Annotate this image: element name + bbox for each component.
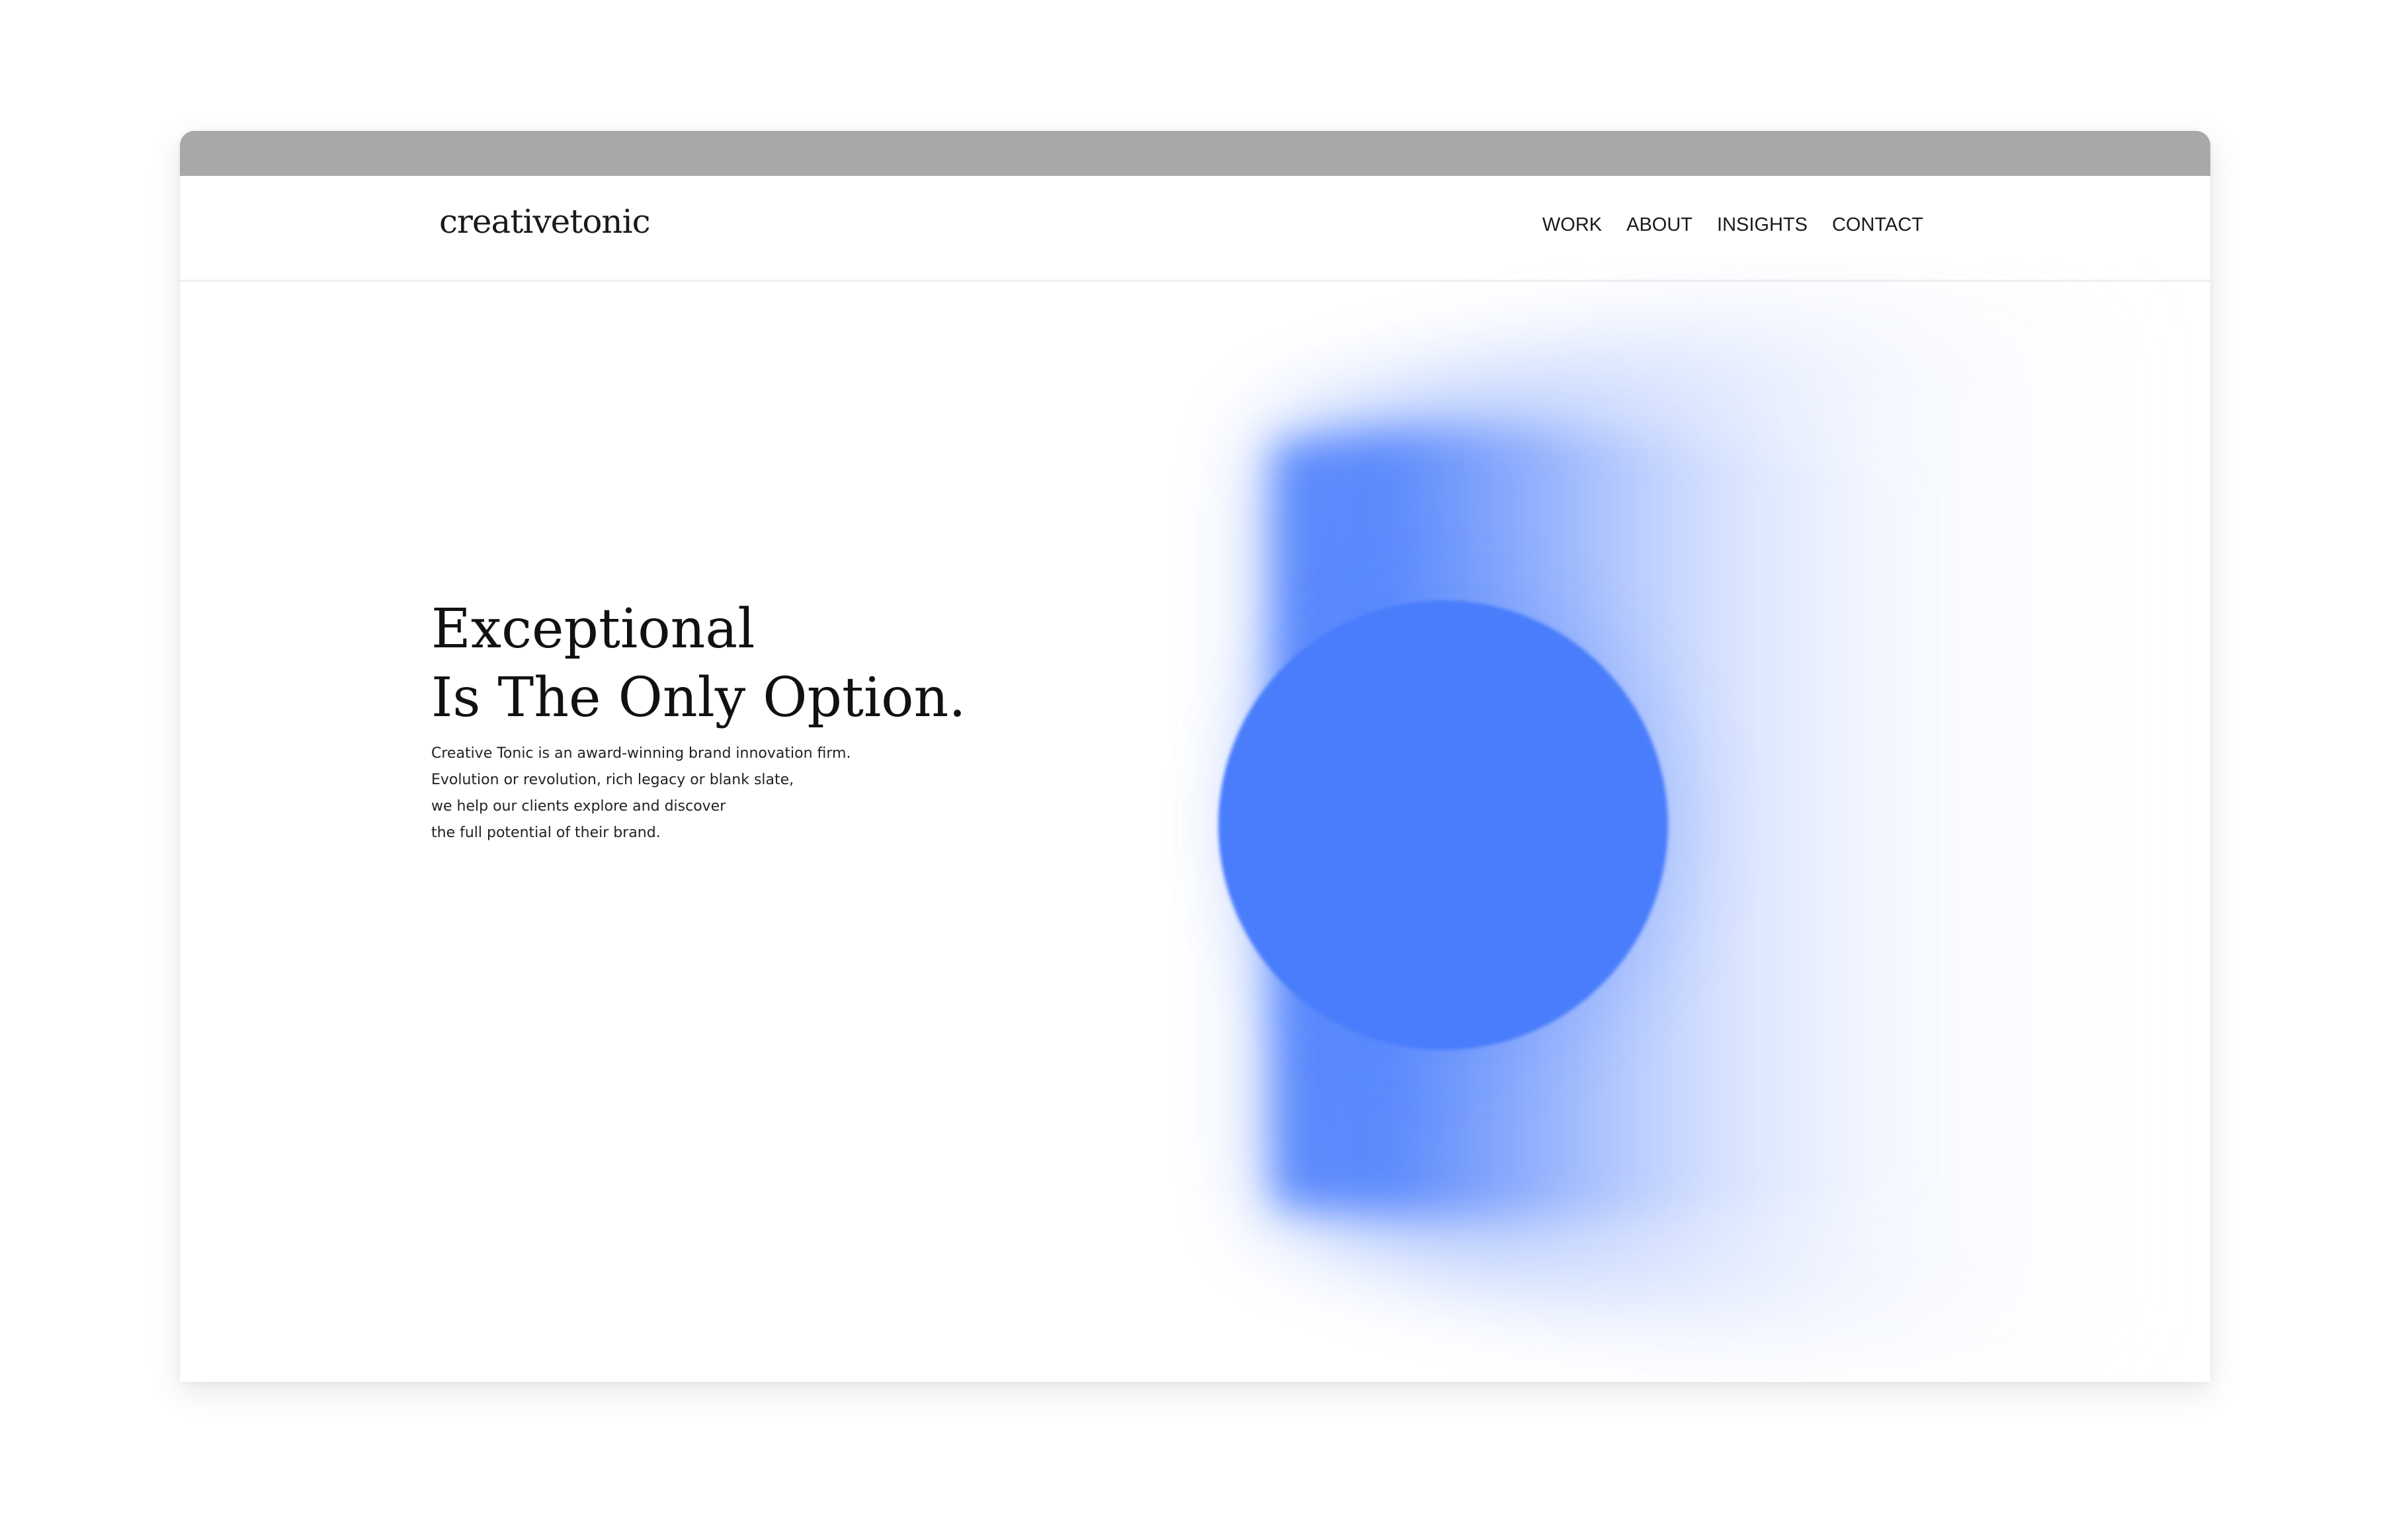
orb-core [1218, 600, 1668, 1050]
hero-body-line-3: we help our clients explore and discover [431, 798, 726, 815]
nav-item-insights[interactable]: INSIGHTS [1717, 216, 1808, 235]
logo[interactable]: creativetonic [439, 205, 651, 238]
hero-headline-line-1: Exceptional [431, 598, 755, 661]
browser-titlebar [180, 131, 2210, 176]
orb-trail-inner [1274, 430, 1933, 1214]
hero-body-copy: Creative Tonic is an award-winning brand… [431, 741, 1225, 846]
hero-body-line-1: Creative Tonic is an award-winning brand… [431, 745, 851, 762]
orb-trail-outer [1274, 290, 2164, 1361]
site-header: creativetonic WORK ABOUT INSIGHTS CONTAC… [180, 176, 2210, 282]
orb-glow [1185, 547, 1741, 1103]
browser-window: creativetonic WORK ABOUT INSIGHTS CONTAC… [180, 131, 2210, 1382]
hero-body-line-2: Evolution or revolution, rich legacy or … [431, 772, 794, 788]
main-nav: WORK ABOUT INSIGHTS CONTACT [1542, 216, 1923, 235]
nav-item-work[interactable]: WORK [1542, 216, 1602, 235]
hero-headline: Exceptional Is The Only Option. [431, 595, 1225, 733]
hero-body-line-4: the full potential of their brand. [431, 825, 661, 841]
hero-section: Exceptional Is The Only Option. Creative… [431, 595, 1225, 846]
nav-item-contact[interactable]: CONTACT [1832, 216, 1923, 235]
nav-item-about[interactable]: ABOUT [1626, 216, 1692, 235]
hero-headline-line-2: Is The Only Option. [431, 667, 966, 729]
